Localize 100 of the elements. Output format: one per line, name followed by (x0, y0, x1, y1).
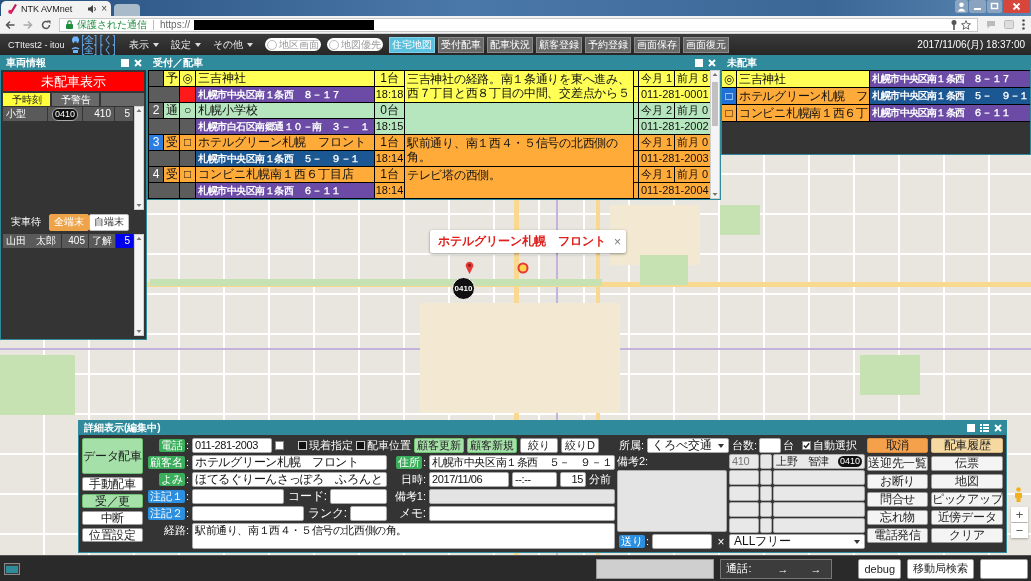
chat-icon[interactable] (986, 20, 996, 29)
browser-tab[interactable] (114, 4, 140, 16)
car-field[interactable] (760, 454, 772, 469)
zoom-in-button[interactable]: + (1011, 507, 1028, 522)
phone-field[interactable]: 011-281-2003 (192, 438, 272, 453)
remark-field[interactable] (617, 470, 727, 532)
car-code-field[interactable] (729, 470, 759, 485)
forward-icon[interactable] (23, 19, 33, 30)
checkbox[interactable] (275, 441, 284, 450)
side-button[interactable]: データ配車 (82, 438, 143, 474)
menu-button[interactable]: 表示 (129, 37, 160, 52)
toolbar-button[interactable]: 顧客登録 (536, 36, 583, 53)
list-icon[interactable] (980, 424, 989, 432)
action-button[interactable]: クリア (931, 528, 1003, 543)
count-field[interactable] (759, 438, 781, 453)
customer-name-field[interactable]: ホテルグリーン札幌 フロント (192, 455, 387, 470)
action-button[interactable]: 送迎先一覧 (867, 456, 928, 471)
side-button[interactable]: 位置設定 (82, 528, 143, 542)
close-icon[interactable] (708, 59, 716, 67)
date-field[interactable]: 2017/11/06 (429, 472, 509, 487)
clear-button[interactable]: × (715, 535, 727, 548)
close-icon[interactable] (994, 424, 1002, 432)
driver-field[interactable] (773, 502, 865, 517)
star-icon[interactable] (961, 19, 971, 30)
back-icon[interactable] (5, 19, 15, 30)
note-field[interactable] (192, 506, 304, 521)
tab[interactable]: 予時刻 (3, 93, 50, 106)
footer-button[interactable]: 移動局検索 (907, 558, 974, 579)
form-button[interactable]: 絞りD (561, 438, 599, 453)
action-button[interactable]: 電話発信 (867, 528, 928, 543)
car-field[interactable] (760, 486, 772, 501)
scrollbar[interactable] (134, 106, 144, 210)
route-field[interactable]: 駅前通り、南１西４・５信号の北西側の角。 (192, 523, 615, 549)
toolbar-button[interactable]: 画面復元 (683, 36, 730, 53)
map-area[interactable] (0, 55, 1031, 555)
vehicle-marker[interactable]: 0410 (452, 277, 475, 300)
unassigned-display-button[interactable]: 未配車表示 (3, 72, 144, 91)
side-button[interactable]: 受／更 (82, 494, 143, 508)
car-code-field[interactable] (729, 502, 759, 517)
reload-icon[interactable] (41, 19, 51, 30)
table-cell[interactable]: ◎ (722, 71, 736, 87)
table-cell[interactable]: □ (722, 88, 736, 104)
menu-button[interactable]: 設定 (171, 37, 202, 52)
minimize-icon[interactable] (969, 0, 986, 13)
zoom-out-button[interactable]: − (1011, 523, 1028, 538)
toolbar-button[interactable]: 画面保存 (634, 36, 681, 53)
user-icon[interactable] (955, 0, 968, 13)
close-icon[interactable] (1003, 0, 1030, 13)
person-icon[interactable] (1014, 487, 1023, 502)
driver-field[interactable] (773, 470, 865, 485)
action-button[interactable]: 忘れ物 (867, 510, 928, 525)
form-button[interactable]: 顧客新規 (467, 438, 517, 453)
table-cell[interactable]: 2 (149, 103, 163, 118)
car-filter-dropdown[interactable]: ALLフリー (729, 534, 865, 549)
tab[interactable]: 予警告 (52, 93, 99, 106)
key-icon[interactable] (951, 19, 957, 30)
driver-field[interactable] (773, 486, 865, 501)
table-cell[interactable] (149, 71, 163, 86)
app-icon[interactable] (4, 562, 20, 575)
filter-button[interactable]: 自端末 (89, 213, 129, 231)
menu-button[interactable]: その他 (213, 37, 254, 52)
car-field[interactable] (760, 502, 772, 517)
action-button[interactable]: お断り (867, 474, 928, 489)
menu-icon[interactable] (1022, 19, 1025, 30)
car-field[interactable] (760, 518, 772, 533)
side-button[interactable]: 中断 (82, 511, 143, 525)
driver-field[interactable]: 上野 智津 0410 (773, 454, 865, 469)
car-code-field[interactable] (729, 486, 759, 501)
car-code-field[interactable]: 410 (729, 454, 759, 469)
checkbox[interactable] (802, 441, 811, 450)
note-field[interactable] (192, 489, 284, 504)
extension-icon[interactable] (1004, 20, 1014, 29)
browser-tab[interactable]: NTK AVMnet × (1, 1, 111, 16)
action-button[interactable]: 地図 (931, 474, 1003, 489)
maximize-icon[interactable] (987, 0, 1002, 13)
rank-field[interactable] (350, 506, 387, 521)
scrollbar[interactable] (134, 234, 144, 336)
company-dropdown[interactable]: くろべ交通 (647, 438, 729, 453)
form-button[interactable]: 絞り (520, 438, 558, 453)
table-cell[interactable]: 4 (149, 167, 163, 182)
footer-button[interactable]: debug (858, 558, 901, 579)
status-link[interactable]: [全] [く] (81, 34, 116, 45)
action-button[interactable]: 近傍データ (931, 510, 1003, 525)
remark-field[interactable] (429, 489, 615, 504)
table-cell[interactable]: □ (722, 105, 736, 121)
tab-close-button[interactable]: × (101, 3, 107, 14)
toolbar-button[interactable]: 予約登録 (585, 36, 632, 53)
action-button[interactable]: 伝票 (931, 456, 1003, 471)
address-bar[interactable]: 保護された通信 https:// (59, 17, 978, 32)
action-button[interactable]: 取消 (867, 438, 928, 453)
address-field[interactable]: 札幌市中央区南１条西 ５－ ９－１ (429, 455, 616, 470)
action-button[interactable]: 問合せ (867, 492, 928, 507)
time-field[interactable]: --:-- (512, 472, 557, 487)
close-icon[interactable] (134, 59, 142, 67)
table-cell[interactable]: 3 (149, 135, 163, 150)
reading-field[interactable]: ほてるぐりーんさっぽろ ふろんと (192, 472, 387, 487)
send-field[interactable] (652, 534, 712, 549)
toolbar-button[interactable]: 受付配車 (438, 36, 485, 53)
minutes-field[interactable]: 15 (560, 472, 586, 487)
driver-field[interactable] (773, 518, 865, 533)
